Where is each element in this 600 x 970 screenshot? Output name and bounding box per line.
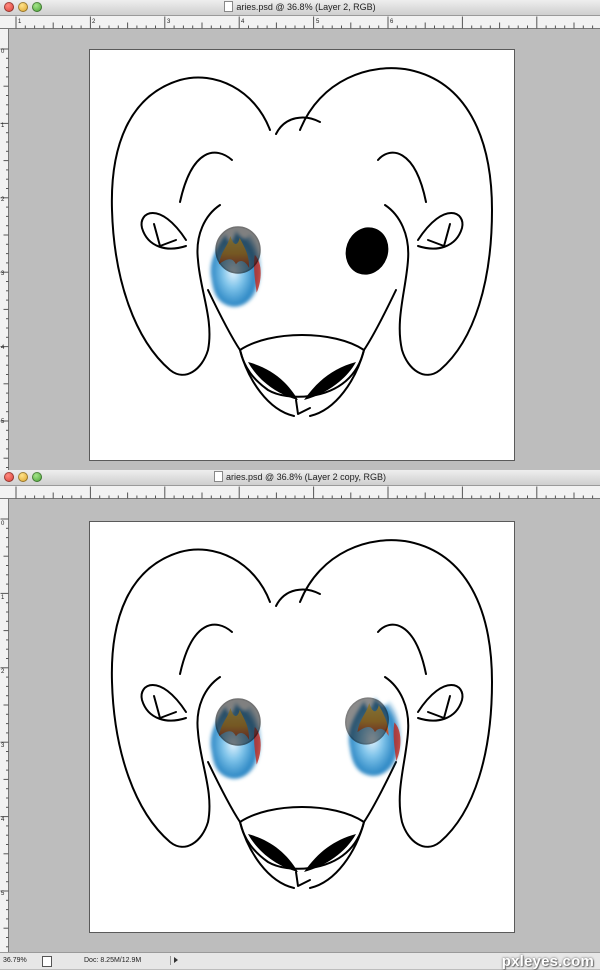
ram-head-drawing <box>90 522 514 932</box>
vertical-ruler[interactable]: 0 1 2 3 4 5 <box>0 499 9 952</box>
ram-head-drawing <box>90 50 514 460</box>
window-titlebar[interactable]: aries.psd @ 36.8% (Layer 2 copy, RGB) <box>0 470 600 486</box>
horizontal-ruler[interactable]: 1 2 3 4 5 6 <box>0 16 600 29</box>
document-icon <box>213 471 223 482</box>
document-size: Doc: 8.25M/12.9M <box>84 957 142 964</box>
document-window-2: aries.psd @ 36.8% (Layer 2 copy, RGB) 0 … <box>0 470 600 970</box>
window-titlebar[interactable]: aries.psd @ 36.8% (Layer 2, RGB) <box>0 0 600 16</box>
document-window-1: aries.psd @ 36.8% (Layer 2, RGB) 1 2 3 4… <box>0 0 600 470</box>
status-menu-arrow-icon[interactable] <box>170 956 180 965</box>
zoom-level[interactable]: 36.79% <box>3 957 31 965</box>
vertical-ruler[interactable]: 0 1 2 3 4 5 <box>0 29 9 470</box>
eye-left <box>215 226 261 274</box>
artboard-canvas[interactable] <box>89 521 515 933</box>
artboard-canvas[interactable] <box>89 49 515 461</box>
window-title: aries.psd @ 36.8% (Layer 2 copy, RGB) <box>225 472 387 482</box>
horizontal-ruler[interactable] <box>0 486 600 499</box>
window-title: aries.psd @ 36.8% (Layer 2, RGB) <box>236 2 376 12</box>
eye-left <box>215 698 261 746</box>
status-bar: 36.79% Doc: 8.25M/12.9M pxleyes.com <box>0 952 600 970</box>
watermark: pxleyes.com <box>501 953 594 970</box>
eye-right <box>345 227 389 275</box>
document-icon <box>224 1 234 12</box>
status-document-icon[interactable] <box>42 956 52 967</box>
